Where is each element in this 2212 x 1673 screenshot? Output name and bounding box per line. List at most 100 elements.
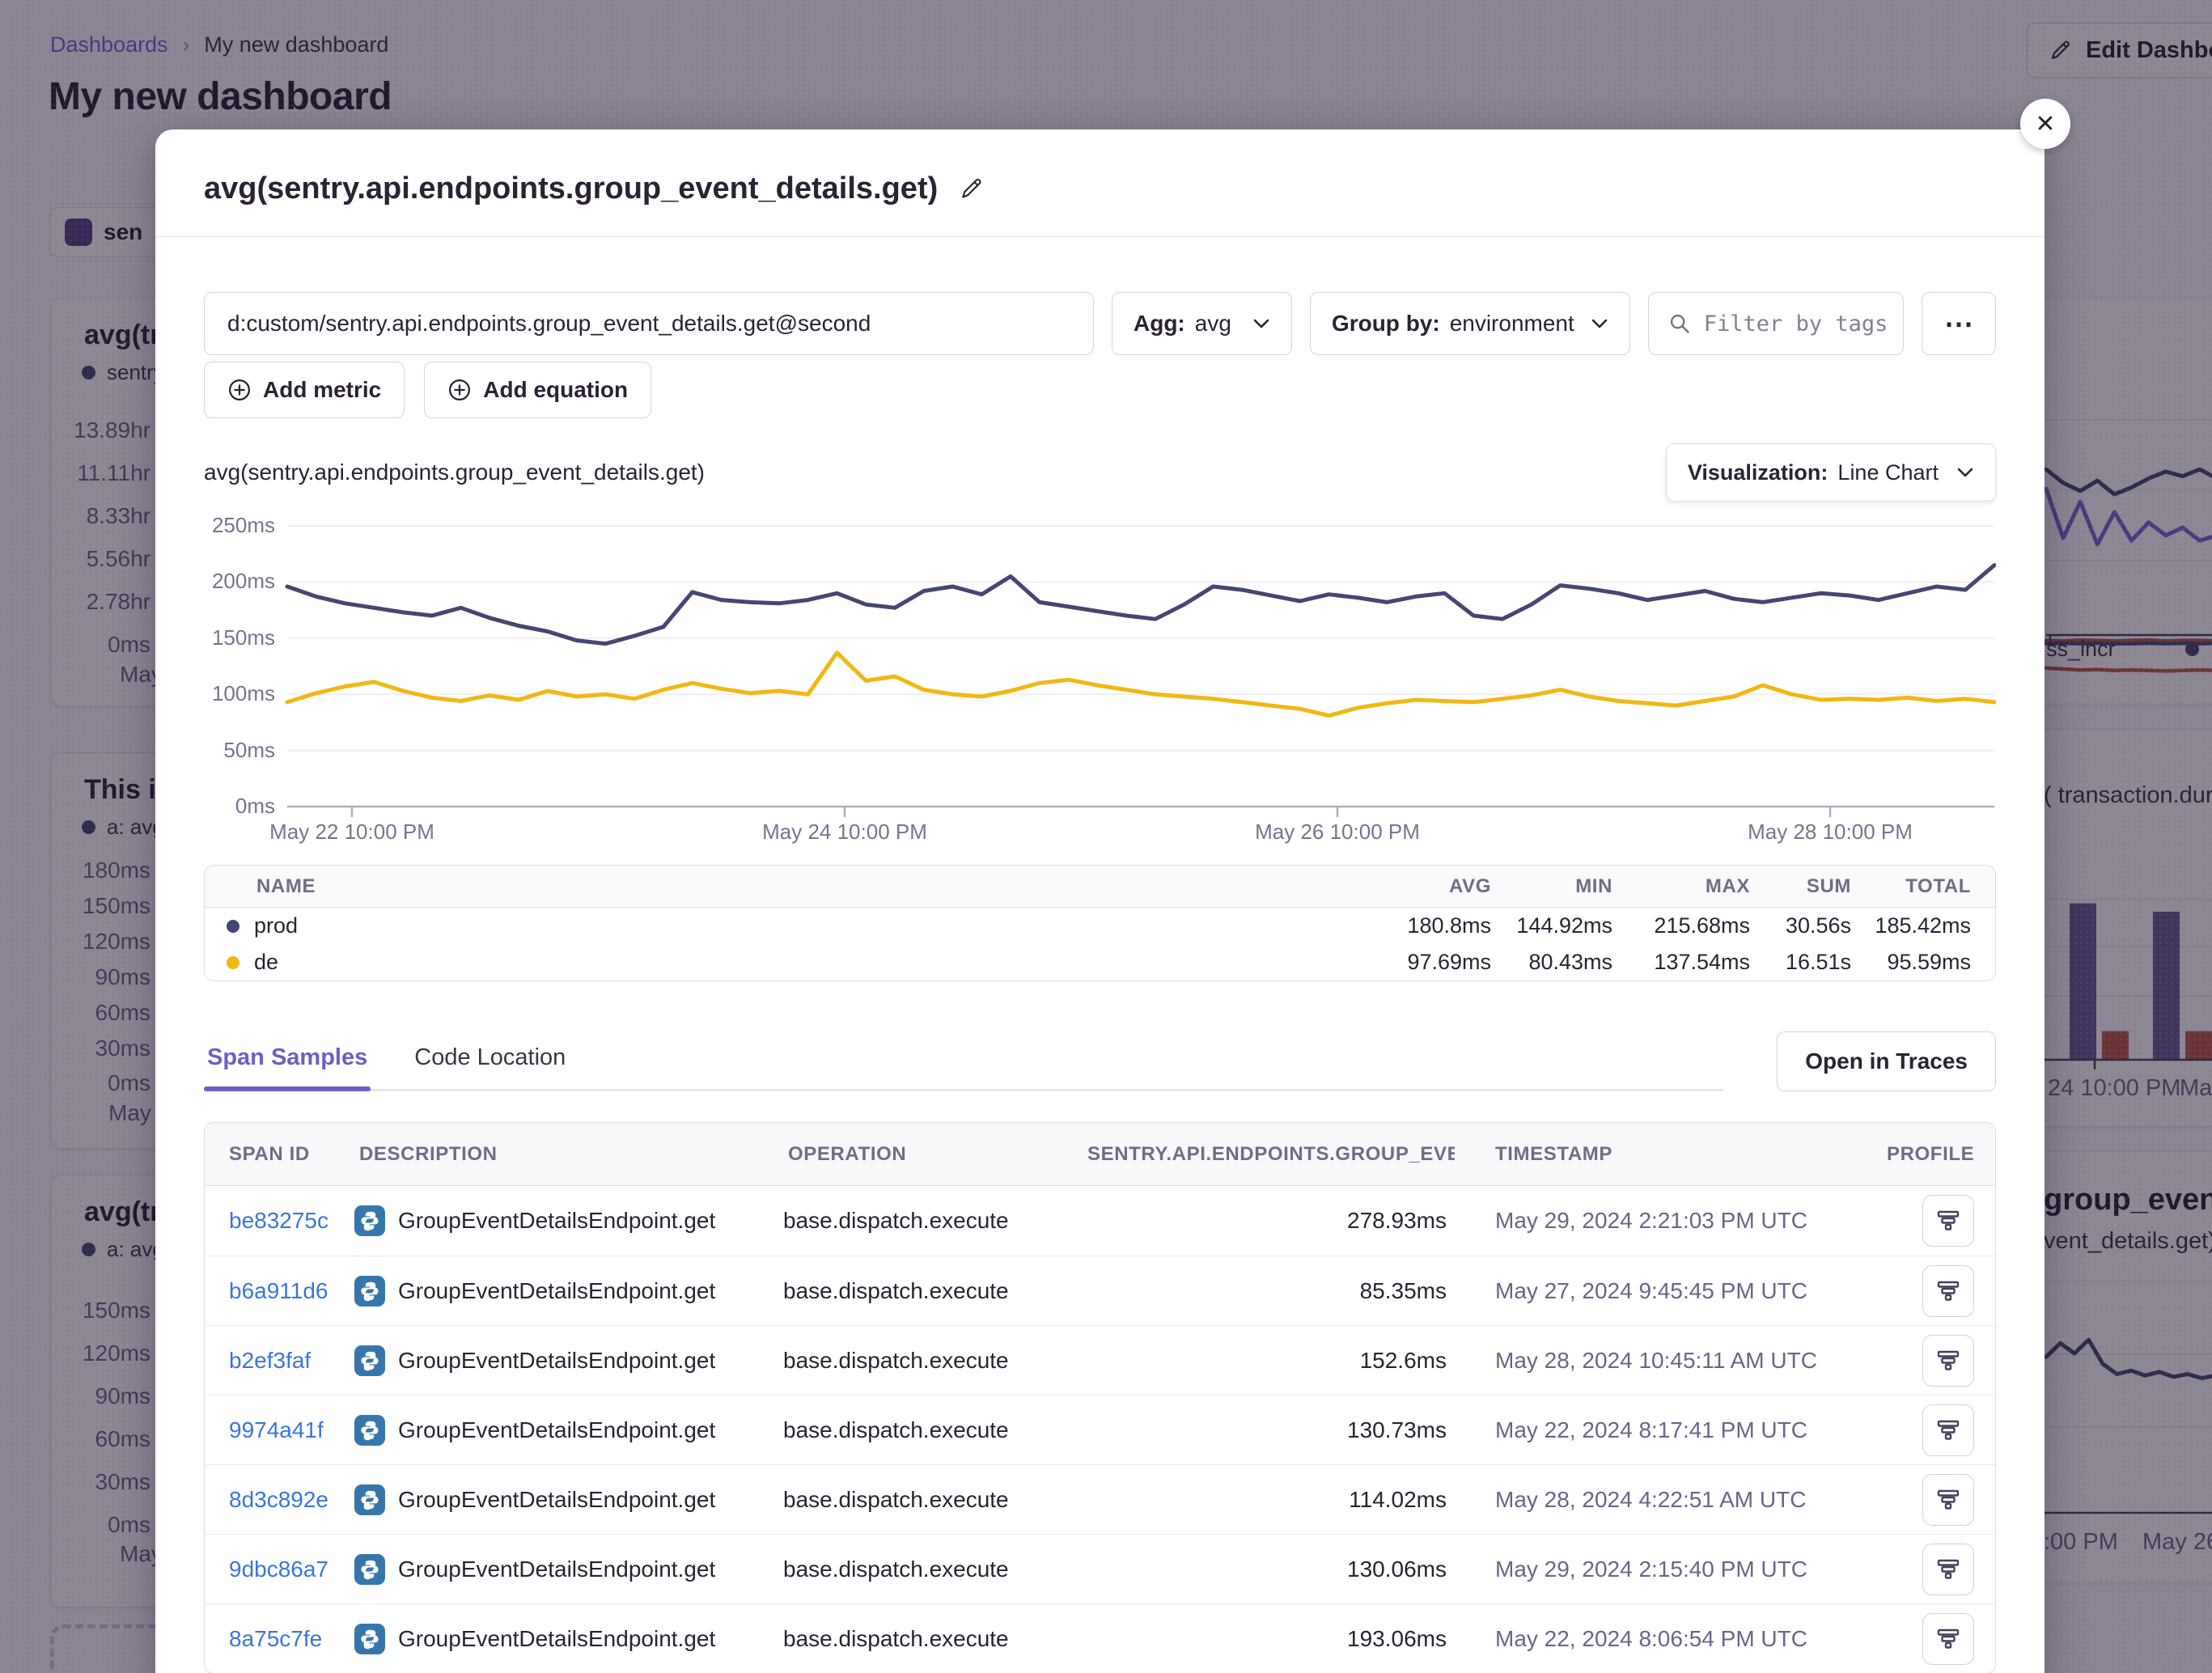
agg-dropdown[interactable]: Agg: avg bbox=[1112, 292, 1292, 355]
summary-column-header: AVG bbox=[1368, 875, 1498, 898]
samples-column-header: OPERATION bbox=[783, 1143, 1083, 1166]
samples-column-header: SENTRY.API.ENDPOINTS.GROUP_EVE… bbox=[1083, 1143, 1455, 1166]
y-axis-label: 150ms bbox=[204, 625, 275, 650]
span-id-link[interactable]: 8a75c7fe bbox=[205, 1626, 354, 1652]
add-equation-button[interactable]: Add equation bbox=[424, 362, 651, 418]
edit-title-pencil-icon[interactable] bbox=[959, 176, 985, 201]
span-sample-row: 9dbc86a7GroupEventDetailsEndpoint.getbas… bbox=[205, 1534, 1995, 1603]
profile-button[interactable] bbox=[1922, 1613, 1974, 1665]
description-text: GroupEventDetailsEndpoint.get bbox=[398, 1626, 715, 1652]
series-name-cell: prod bbox=[205, 913, 1368, 938]
group-by-dropdown[interactable]: Group by: environment bbox=[1310, 292, 1630, 355]
tab-span-samples[interactable]: Span Samples bbox=[204, 1031, 371, 1089]
summary-table-body: prod180.8ms144.92ms215.68ms30.56s185.42m… bbox=[205, 908, 1995, 981]
series-max-value: 215.68ms bbox=[1619, 913, 1756, 938]
tag-filter-input[interactable]: Filter by tags bbox=[1648, 292, 1904, 355]
span-id-link[interactable]: 9974a41f bbox=[205, 1417, 354, 1443]
duration-value-cell: 130.73ms bbox=[1083, 1417, 1455, 1443]
tag-filter-placeholder: Filter by tags bbox=[1704, 311, 1888, 337]
tab-code-location[interactable]: Code Location bbox=[411, 1031, 569, 1089]
span-id-link[interactable]: 9dbc86a7 bbox=[205, 1557, 354, 1582]
span-sample-row: 8a75c7fe GroupEventDetailsEndpoint.get bas… bbox=[205, 1603, 1995, 1673]
chevron-down-icon bbox=[1591, 318, 1608, 329]
profile-button[interactable] bbox=[1922, 1404, 1974, 1456]
operation-cell: base.dispatch.execute bbox=[783, 1487, 1083, 1513]
timestamp-cell: May 28, 2024 10:45:11 AM UTC bbox=[1455, 1348, 1882, 1374]
span-id-link[interactable]: be83275c bbox=[205, 1208, 354, 1234]
flamegraph-icon bbox=[1936, 1349, 1960, 1373]
open-in-traces-button[interactable]: Open in Traces bbox=[1777, 1031, 1996, 1091]
series-sum-value: 16.51s bbox=[1756, 950, 1858, 975]
series-summary-table: NAMEAVGMINMAXSUMTOTAL prod180.8ms144.92m… bbox=[204, 865, 1996, 981]
metric-line-chart: 0ms50ms100ms150ms200ms250ms May 22 10:00… bbox=[204, 514, 1996, 845]
description-cell: GroupEventDetailsEndpoint.get bbox=[354, 1415, 783, 1446]
series-sum-value: 30.56s bbox=[1756, 913, 1858, 938]
series-total-value: 185.42ms bbox=[1858, 913, 1995, 938]
summary-column-header: NAME bbox=[205, 875, 1368, 898]
line-chart-canvas bbox=[204, 514, 1996, 845]
profile-button[interactable] bbox=[1922, 1265, 1974, 1317]
timestamp-cell: May 29, 2024 2:15:40 PM UTC bbox=[1455, 1557, 1882, 1582]
operation-cell: base.dispatch.execute bbox=[783, 1348, 1083, 1374]
profile-button[interactable] bbox=[1922, 1195, 1974, 1247]
series-name: de bbox=[254, 950, 278, 975]
span-id-link[interactable]: b2ef3faf bbox=[205, 1348, 354, 1374]
y-axis-label: 0ms bbox=[204, 794, 275, 819]
series-avg-value: 180.8ms bbox=[1368, 913, 1498, 938]
span-samples-table: SPAN IDDESCRIPTIONOPERATIONSENTRY.API.EN… bbox=[204, 1122, 1996, 1673]
summary-row: prod180.8ms144.92ms215.68ms30.56s185.42m… bbox=[205, 908, 1995, 944]
description-cell: GroupEventDetailsEndpoint.get bbox=[354, 1554, 783, 1585]
x-axis-label: May 26 10:00 PM bbox=[1255, 820, 1420, 845]
more-options-button[interactable]: ⋯ bbox=[1922, 292, 1996, 355]
python-icon bbox=[354, 1345, 385, 1376]
duration-value-cell: 278.93ms bbox=[1083, 1208, 1455, 1234]
span-id-link[interactable]: b6a911d6 bbox=[205, 1278, 354, 1304]
duration-value-cell: 130.06ms bbox=[1083, 1557, 1455, 1582]
visualization-dropdown[interactable]: Visualization: Line Chart bbox=[1666, 443, 1996, 502]
span-id-link[interactable]: 8d3c892e bbox=[205, 1487, 354, 1513]
add-metric-button[interactable]: Add metric bbox=[204, 362, 405, 418]
dashboard-page: Dashboards › My new dashboard My new das… bbox=[0, 0, 2212, 1673]
duration-value-cell: 114.02ms bbox=[1083, 1487, 1455, 1513]
plus-circle-icon bbox=[227, 378, 252, 402]
timestamp-cell: May 27, 2024 9:45:45 PM UTC bbox=[1455, 1278, 1882, 1304]
description-text: GroupEventDetailsEndpoint.get bbox=[398, 1278, 715, 1304]
summary-column-header: SUM bbox=[1756, 875, 1858, 898]
add-row: Add metric Add equation bbox=[204, 362, 1996, 418]
operation-cell: base.dispatch.execute bbox=[783, 1278, 1083, 1304]
metric-query-value: d:custom/sentry.api.endpoints.group_even… bbox=[227, 311, 871, 337]
profile-button[interactable] bbox=[1922, 1474, 1974, 1526]
flamegraph-icon bbox=[1936, 1418, 1960, 1442]
tabs-row: Span Samples Code Location Open in Traces bbox=[204, 1031, 1996, 1091]
span-sample-row: 8d3c892eGroupEventDetailsEndpoint.getbas… bbox=[205, 1464, 1995, 1534]
profile-button[interactable] bbox=[1922, 1335, 1974, 1387]
agg-value: avg bbox=[1195, 311, 1231, 337]
profile-cell bbox=[1882, 1613, 1995, 1665]
span-sample-row: b6a911d6 GroupEventDetailsEndpoint.get bas… bbox=[205, 1256, 1995, 1325]
y-axis-label: 100ms bbox=[204, 681, 275, 706]
profile-button[interactable] bbox=[1922, 1544, 1974, 1595]
timestamp-cell: May 28, 2024 4:22:51 AM UTC bbox=[1455, 1487, 1882, 1513]
operation-cell: base.dispatch.execute bbox=[783, 1417, 1083, 1443]
python-icon bbox=[354, 1276, 385, 1307]
close-icon[interactable]: ✕ bbox=[2020, 99, 2070, 149]
summary-table-header: NAMEAVGMINMAXSUMTOTAL bbox=[205, 866, 1995, 908]
series-name-cell: de bbox=[205, 950, 1368, 975]
summary-column-header: TOTAL bbox=[1858, 875, 1995, 898]
metric-query-input[interactable]: d:custom/sentry.api.endpoints.group_even… bbox=[204, 292, 1094, 355]
y-axis-label: 50ms bbox=[204, 738, 275, 763]
timestamp-cell: May 22, 2024 8:17:41 PM UTC bbox=[1455, 1417, 1882, 1443]
chart-query-label: avg(sentry.api.endpoints.group_event_det… bbox=[204, 460, 705, 485]
description-text: GroupEventDetailsEndpoint.get bbox=[398, 1348, 715, 1374]
series-name: prod bbox=[254, 913, 298, 938]
operation-cell: base.dispatch.execute bbox=[783, 1626, 1083, 1652]
flamegraph-icon bbox=[1936, 1557, 1960, 1582]
x-axis-label: May 22 10:00 PM bbox=[269, 820, 434, 845]
modal-header: avg(sentry.api.endpoints.group_event_det… bbox=[155, 129, 2045, 237]
profile-cell bbox=[1882, 1265, 1995, 1317]
description-cell: GroupEventDetailsEndpoint.get bbox=[354, 1276, 783, 1307]
series-color-dot bbox=[227, 956, 239, 969]
samples-column-header: SPAN ID bbox=[205, 1143, 354, 1166]
summary-column-header: MIN bbox=[1498, 875, 1619, 898]
python-icon bbox=[354, 1624, 385, 1654]
